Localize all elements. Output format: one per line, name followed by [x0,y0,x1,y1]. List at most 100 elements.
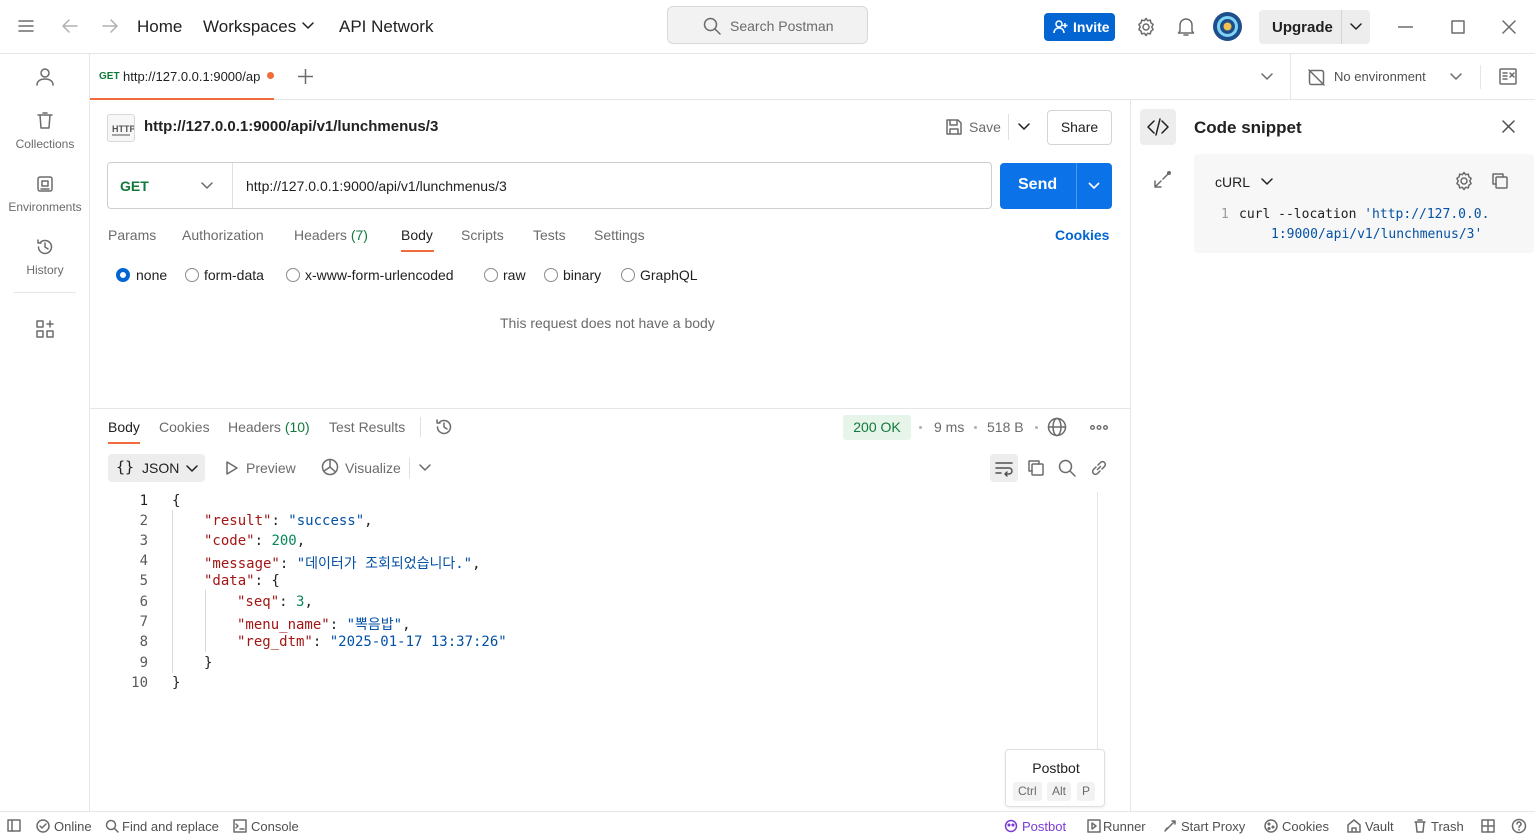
wrap-lines-icon[interactable] [990,454,1018,482]
tab-scripts[interactable]: Scripts [461,227,504,243]
code-line: "reg_dtm": "2025-01-17 13:37:26" [237,634,507,650]
code-icon[interactable] [1140,109,1176,145]
format-select[interactable]: {} JSON [108,454,205,482]
tab-count: (7) [350,227,368,243]
status-badge[interactable]: 200 OK [843,415,911,440]
chevron-down-icon[interactable] [1450,73,1462,81]
notifications-bell-icon[interactable] [1177,17,1195,37]
radio-label-raw: raw [503,267,526,283]
runner-button[interactable]: Runner [1103,819,1146,834]
link-icon[interactable] [1090,459,1108,477]
more-options-icon[interactable] [1090,425,1108,430]
save-button[interactable]: Save [969,119,1001,135]
url-input[interactable]: http://127.0.0.1:9000/api/v1/lunchmenus/… [246,178,507,194]
sidebar-item-history[interactable]: History [0,238,90,277]
close-window-icon[interactable] [1502,20,1516,34]
upgrade-button[interactable]: Upgrade [1259,10,1370,44]
radio-graphql[interactable] [621,268,635,282]
chevron-down-icon[interactable] [1261,178,1273,186]
tab-params[interactable]: Params [108,227,156,243]
hamburger-menu-icon[interactable] [18,19,34,33]
start-proxy-button[interactable]: Start Proxy [1181,819,1245,834]
online-status[interactable]: Online [54,819,92,834]
settings-gear-icon[interactable] [1136,17,1156,37]
send-label: Send [1018,176,1058,193]
toggle-sidebar-icon[interactable] [7,819,21,832]
configure-sidebar-icon[interactable] [36,320,54,338]
tab-authorization[interactable]: Authorization [182,227,264,243]
visualize-options-chevron-icon[interactable] [419,464,431,472]
nav-workspaces[interactable]: Workspaces [203,17,296,37]
request-tab-active[interactable]: GET http://127.0.0.1:9000/ap [90,54,274,100]
line-number: 5 [139,573,148,589]
save-options-chevron-icon[interactable] [1018,123,1030,131]
console-button[interactable]: Console [251,819,299,834]
back-arrow-icon[interactable] [61,18,79,34]
tab-settings[interactable]: Settings [594,227,645,243]
radio-form-data[interactable] [185,268,199,282]
method-select[interactable]: GET [108,163,233,208]
environment-selector[interactable]: No environment [1334,69,1426,84]
nav-home[interactable]: Home [137,17,182,37]
copy-icon[interactable] [1027,459,1045,477]
layout-grid-icon[interactable] [1481,819,1495,833]
network-globe-icon[interactable] [1047,417,1067,437]
send-options-chevron-icon[interactable] [1088,182,1100,190]
tabs-overflow-chevron-icon[interactable] [1261,73,1273,81]
sidebar-item-environments[interactable]: Environments [0,175,90,214]
tab-headers[interactable]: Headers (7) [294,227,368,243]
visualize-button[interactable]: Visualize [345,460,401,476]
environment-icon [36,175,54,193]
search-input[interactable]: Search Postman [667,6,868,44]
nav-api-network[interactable]: API Network [339,17,433,37]
chevron-down-icon[interactable] [1350,23,1362,31]
response-history-icon[interactable] [435,418,453,436]
minimize-icon[interactable] [1398,26,1413,28]
line-number: 2 [139,513,148,529]
forward-arrow-icon[interactable] [101,18,119,34]
response-size[interactable]: 518 B [987,419,1024,435]
find-and-replace-button[interactable]: Find and replace [122,819,219,834]
new-tab-plus-icon[interactable] [298,69,313,84]
invite-button[interactable]: Invite [1044,13,1115,41]
avatar[interactable] [1213,12,1242,41]
divider [14,292,76,293]
share-button[interactable]: Share [1047,110,1112,145]
send-button[interactable]: Send [1000,163,1112,209]
environment-quick-look-icon[interactable] [1499,68,1517,85]
radio-x-www-form-urlencoded[interactable] [286,268,300,282]
trash-button[interactable]: Trash [1431,819,1464,834]
close-icon[interactable] [1502,120,1515,133]
copy-icon[interactable] [1491,172,1509,190]
tab-tests[interactable]: Tests [533,227,566,243]
postbot-button[interactable]: Postbot [1022,819,1066,834]
radio-label-graphql: GraphQL [640,267,698,283]
radio-raw[interactable] [484,268,498,282]
radio-binary[interactable] [544,268,558,282]
response-tab-cookies[interactable]: Cookies [159,419,210,435]
cookies-button[interactable]: Cookies [1282,819,1329,834]
response-time[interactable]: 9 ms [934,419,964,435]
collapse-arrows-icon[interactable] [1152,170,1172,190]
sidebar-item-collections[interactable]: Collections [0,112,90,151]
cookies-link[interactable]: Cookies [1055,227,1109,243]
request-title[interactable]: http://127.0.0.1:9000/api/v1/lunchmenus/… [144,118,438,135]
vault-button[interactable]: Vault [1365,819,1394,834]
response-tab-test-results[interactable]: Test Results [329,419,405,435]
response-tab-body[interactable]: Body [108,419,140,435]
response-tab-headers[interactable]: Headers (10) [228,419,310,435]
snippet-settings-gear-icon[interactable] [1454,171,1474,191]
pane-divider[interactable] [90,408,1130,409]
line-number: 10 [131,675,148,691]
tab-body[interactable]: Body [401,227,433,243]
user-icon[interactable] [36,68,54,86]
trash-icon [1413,819,1427,833]
preview-button[interactable]: Preview [246,460,296,476]
maximize-icon[interactable] [1451,20,1465,34]
method-label: GET [120,178,149,194]
language-select[interactable]: cURL [1215,174,1250,190]
radio-none[interactable] [116,268,130,282]
indent-guide [205,590,206,652]
search-icon[interactable] [1058,459,1076,477]
help-icon[interactable] [1511,818,1527,834]
